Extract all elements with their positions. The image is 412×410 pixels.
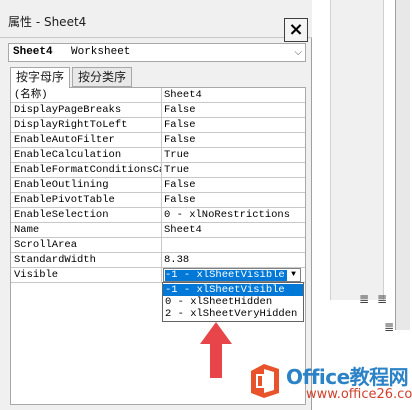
vertical-scrollbar[interactable] xyxy=(395,0,410,330)
align-icon[interactable]: ≣ xyxy=(373,292,391,306)
dropdown-option-visible[interactable]: -1 - xlSheetVisible xyxy=(163,284,303,296)
property-value[interactable]: True xyxy=(164,148,304,162)
property-value[interactable]: 0 - xlNoRestrictions xyxy=(164,208,304,222)
align-icon[interactable]: ≣ xyxy=(380,320,398,334)
object-name: Sheet4 xyxy=(13,46,53,58)
watermark-brand: Office教程网 xyxy=(286,365,409,389)
property-name: Name xyxy=(14,224,40,236)
property-row[interactable]: StandardWidth 8.38 xyxy=(11,253,305,268)
dropdown-arrow-icon[interactable]: ▼ xyxy=(287,269,300,281)
property-name: EnableOutlining xyxy=(14,179,109,191)
visible-current-value: -1 - xlSheetVisible xyxy=(165,269,287,281)
property-value[interactable]: False xyxy=(164,193,304,207)
dropdown-option-hidden[interactable]: 0 - xlSheetHidden xyxy=(163,296,303,308)
watermark-site: www.office26.com xyxy=(306,387,412,402)
pane-title: 属性 - Sheet4 xyxy=(8,15,87,29)
visible-combobox[interactable]: -1 - xlSheetVisible ▼ xyxy=(163,268,301,282)
property-value[interactable]: False xyxy=(164,118,304,132)
watermark: Office教程网 www.office26.com xyxy=(246,360,412,410)
property-name: (名称) xyxy=(14,89,48,101)
chevron-down-icon: ⌵ xyxy=(294,47,302,58)
property-value[interactable]: False xyxy=(164,103,304,117)
tab-categorized[interactable]: 按分类序 xyxy=(72,67,132,87)
close-button[interactable]: × xyxy=(284,18,308,42)
property-value[interactable]: Sheet4 xyxy=(164,88,304,102)
property-row[interactable]: EnablePivotTable False xyxy=(11,193,305,208)
property-name: StandardWidth xyxy=(14,254,96,266)
property-row[interactable]: EnableCalculation True xyxy=(11,148,305,163)
annotation-arrow-icon xyxy=(200,322,232,378)
property-row[interactable]: EnableOutlining False xyxy=(11,178,305,193)
side-panel xyxy=(330,0,384,300)
close-icon: × xyxy=(288,19,304,40)
property-row-visible[interactable]: Visible -1 - xlSheetVisible ▼ xyxy=(11,268,305,283)
property-name: EnableCalculation xyxy=(14,149,122,161)
office-logo-icon xyxy=(251,364,279,398)
property-name: EnableFormatConditionsCalculation xyxy=(14,164,161,176)
property-row[interactable]: Name Sheet4 xyxy=(11,223,305,238)
property-row[interactable]: DisplayPageBreaks False xyxy=(11,103,305,118)
property-row[interactable]: ScrollArea xyxy=(11,238,305,253)
tab-alphabetic[interactable]: 按字母序 xyxy=(10,67,70,88)
property-value[interactable]: False xyxy=(164,178,304,192)
property-name: EnableAutoFilter xyxy=(14,134,115,146)
property-grid: (名称) Sheet4 DisplayPageBreaks False Disp… xyxy=(10,87,306,405)
object-selector[interactable]: Sheet4 Worksheet ⌵ xyxy=(8,43,306,62)
property-row[interactable]: EnableFormatConditionsCalculation True xyxy=(11,163,305,178)
property-value[interactable]: True xyxy=(164,163,304,177)
align-icon[interactable]: ≣ xyxy=(355,292,373,306)
property-name: DisplayRightToLeft xyxy=(14,119,128,131)
property-name: EnablePivotTable xyxy=(14,194,115,206)
property-row[interactable]: (名称) Sheet4 xyxy=(11,88,305,103)
dropdown-option-very-hidden[interactable]: 2 - xlSheetVeryHidden xyxy=(163,308,303,320)
pane-titlebar: 属性 - Sheet4 xyxy=(0,0,312,38)
property-name: EnableSelection xyxy=(14,209,109,221)
property-value[interactable]: Sheet4 xyxy=(164,223,304,237)
visible-dropdown-list: -1 - xlSheetVisible 0 - xlSheetHidden 2 … xyxy=(162,282,304,322)
object-type: Worksheet xyxy=(71,46,131,58)
property-row[interactable]: EnableSelection 0 - xlNoRestrictions xyxy=(11,208,305,223)
properties-pane: 属性 - Sheet4 × Sheet4 Worksheet ⌵ 按字母序 按分… xyxy=(0,0,312,410)
property-name: ScrollArea xyxy=(14,239,78,251)
property-row[interactable]: EnableAutoFilter False xyxy=(11,133,305,148)
property-value[interactable]: 8.38 xyxy=(164,253,304,267)
property-row[interactable]: DisplayRightToLeft False xyxy=(11,118,305,133)
property-value[interactable]: False xyxy=(164,133,304,147)
property-name: DisplayPageBreaks xyxy=(14,104,122,116)
property-name: Visible xyxy=(14,269,59,281)
